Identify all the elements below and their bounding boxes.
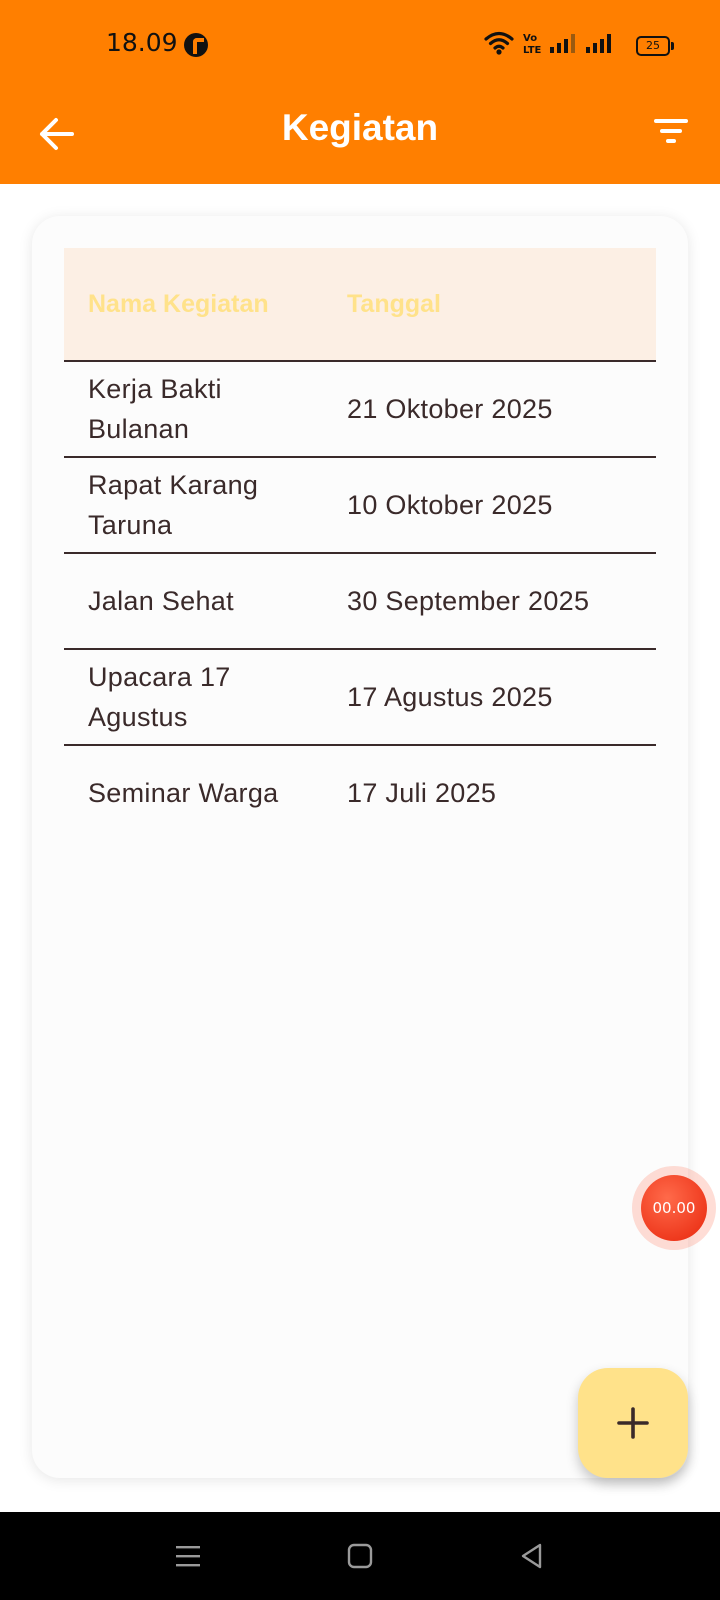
svg-text:Vo: Vo [523,33,537,44]
back-triangle-icon[interactable] [510,1534,554,1578]
activity-date: 17 Juli 2025 [347,778,497,808]
status-icons: Vo LTE 25 [484,30,694,60]
column-header-date[interactable]: Tanggal [323,290,656,319]
activity-name: Rapat Karang Taruna [88,470,259,540]
add-activity-button[interactable] [578,1368,688,1478]
volte-icon: Vo LTE [523,33,542,56]
activity-date: 10 Oktober 2025 [347,490,553,520]
signal-1-icon [550,34,575,53]
signal-2-icon [586,34,611,53]
activity-date: 30 September 2025 [347,586,590,616]
wifi-icon [484,31,514,55]
table-row[interactable]: Upacara 17 Agustus 17 Agustus 2025 [64,650,656,746]
activity-name: Upacara 17 Agustus [88,662,231,732]
activity-card: Nama Kegiatan Tanggal Kerja Bakti Bulana… [32,216,688,1478]
activity-date: 17 Agustus 2025 [347,682,553,712]
timer-value: 00.00 [641,1175,707,1241]
plus-icon [617,1407,649,1439]
status-time: 18.09 [106,28,178,57]
back-button[interactable] [28,104,88,164]
screen-recorder-timer[interactable]: 00.00 [632,1166,716,1250]
home-icon[interactable] [338,1534,382,1578]
notification-app-icon [184,33,208,57]
activity-date: 21 Oktober 2025 [347,394,553,424]
table-row[interactable]: Seminar Warga 17 Juli 2025 [64,746,656,840]
filter-icon [654,119,688,143]
activity-name: Kerja Bakti Bulanan [88,374,222,444]
page-title: Kegiatan [281,107,439,148]
app-bar: Kegiatan [0,88,720,184]
system-navigation-bar [0,1512,720,1600]
menu-icon[interactable] [166,1534,210,1578]
table-header: Nama Kegiatan Tanggal [64,248,656,362]
arrow-left-icon [40,118,74,150]
activity-name: Seminar Warga [88,778,279,808]
activity-name: Jalan Sehat [88,586,234,616]
table-row[interactable]: Jalan Sehat 30 September 2025 [64,554,656,650]
table-row[interactable]: Rapat Karang Taruna 10 Oktober 2025 [64,458,656,554]
battery-icon: 25 [636,36,674,56]
status-bar: 18.09 Vo LTE 25 [0,0,720,88]
table-row[interactable]: Kerja Bakti Bulanan 21 Oktober 2025 [64,362,656,458]
filter-button[interactable] [640,102,700,162]
activity-table: Nama Kegiatan Tanggal Kerja Bakti Bulana… [64,248,656,840]
column-header-name[interactable]: Nama Kegiatan [64,290,323,319]
svg-text:LTE: LTE [523,45,542,56]
